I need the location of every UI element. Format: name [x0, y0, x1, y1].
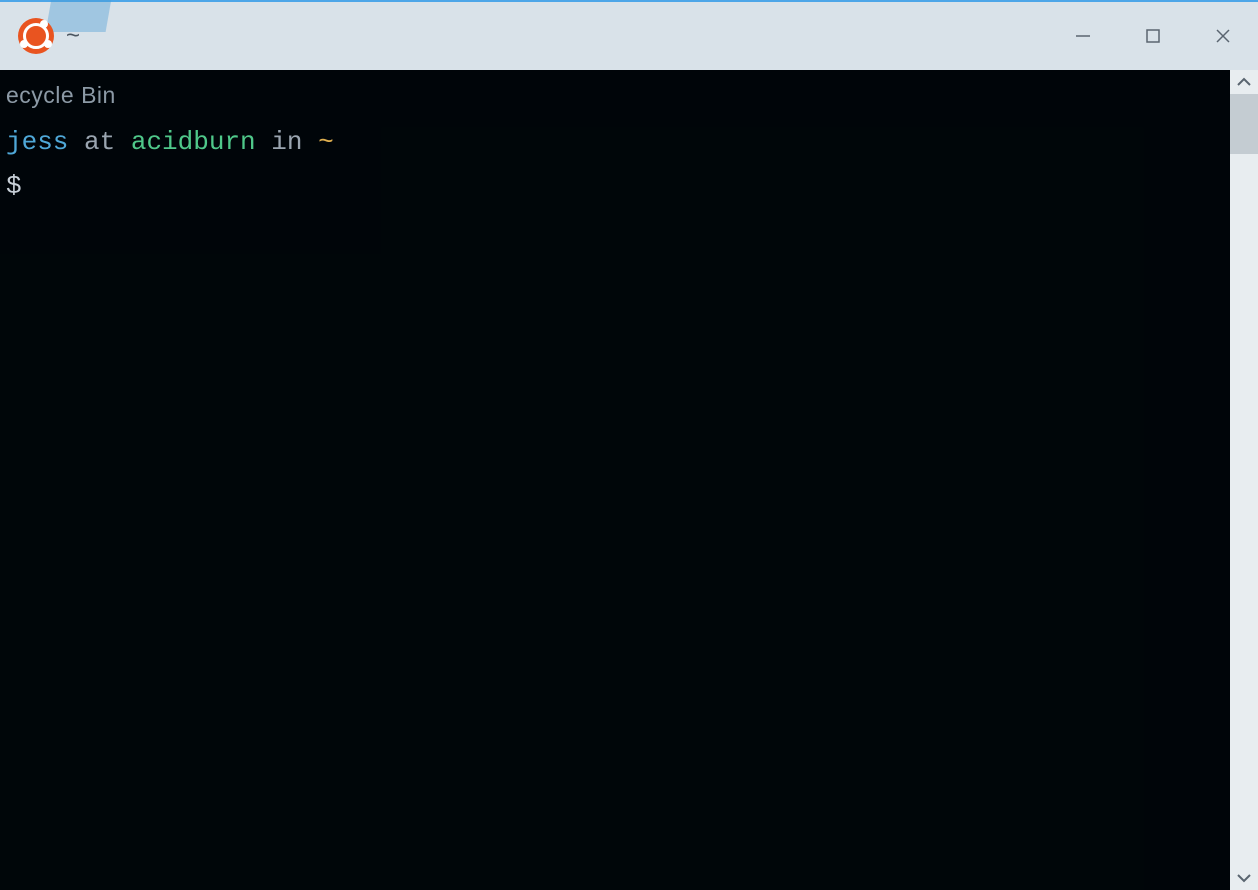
titlebar[interactable]: ~ [0, 0, 1258, 70]
chevron-up-icon [1237, 77, 1251, 87]
desktop-recycle-bin-label: ecycle Bin [6, 78, 1254, 114]
terminal-body[interactable]: ecycle Bin jess at acidburn in ~ $ [0, 70, 1258, 890]
window-title: ~ [66, 22, 80, 50]
window-controls [1048, 1, 1258, 71]
prompt-path: ~ [318, 127, 334, 157]
prompt-symbol: $ [6, 166, 1254, 206]
prompt-context-line: jess at acidburn in ~ [6, 122, 1254, 162]
prompt-user: jess [6, 127, 68, 157]
prompt-in: in [256, 127, 318, 157]
maximize-button[interactable] [1118, 1, 1188, 71]
scroll-down-button[interactable] [1230, 866, 1258, 890]
close-icon [1214, 27, 1232, 45]
scroll-up-button[interactable] [1230, 70, 1258, 94]
chevron-down-icon [1237, 873, 1251, 883]
titlebar-left: ~ [0, 18, 80, 54]
vertical-scrollbar[interactable] [1230, 70, 1258, 890]
minimize-button[interactable] [1048, 1, 1118, 71]
prompt-host: acidburn [131, 127, 256, 157]
ubuntu-logo-icon [18, 18, 54, 54]
maximize-icon [1144, 27, 1162, 45]
prompt-at: at [68, 127, 130, 157]
close-button[interactable] [1188, 1, 1258, 71]
scrollbar-thumb[interactable] [1230, 94, 1258, 154]
minimize-icon [1074, 27, 1092, 45]
